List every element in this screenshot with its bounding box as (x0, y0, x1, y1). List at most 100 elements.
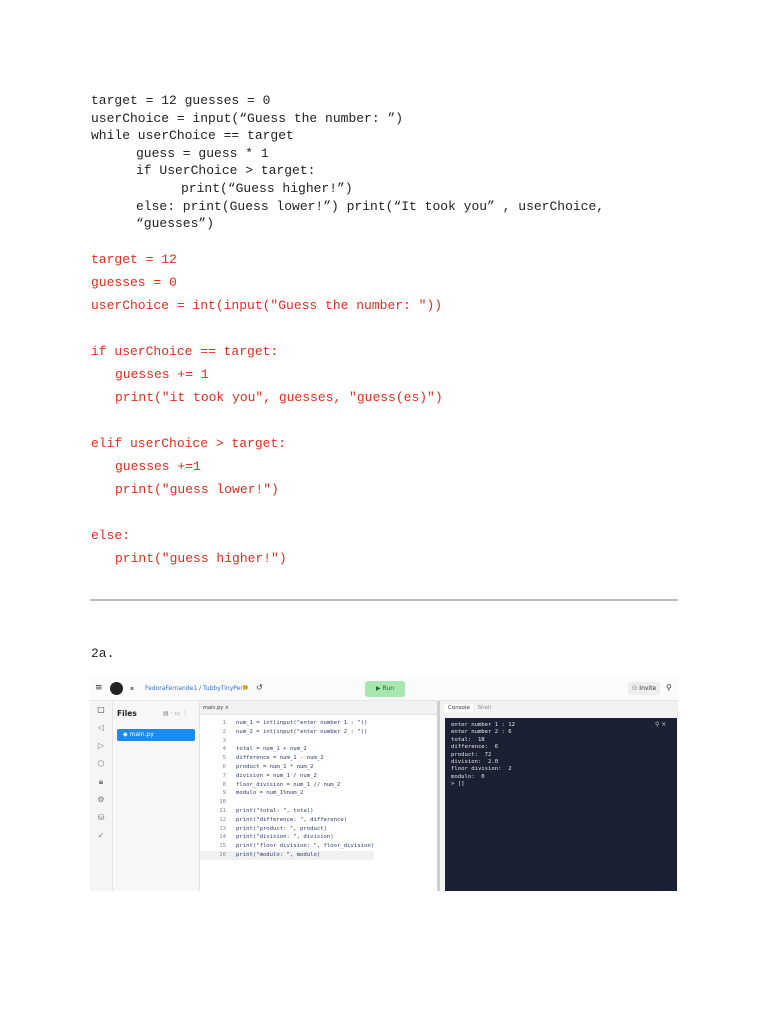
share-icon[interactable]: ◁ (90, 719, 112, 737)
editor-line: 8 floor_division = num_1 // num_2 (200, 781, 374, 790)
search-icon[interactable]: ⚲ (666, 683, 672, 692)
line-text: print("modulo: ", modulo) (236, 851, 321, 858)
code-line: guess = guess * 1 (136, 145, 269, 161)
files-panel: Files ▤ · ▭ ⋮ ◆ main.py (113, 701, 200, 891)
line-text: num_2 = int(input("enter number 2 : ")) (236, 728, 368, 735)
editor-line: 10 (200, 798, 374, 807)
code-line: while userChoice == target (91, 128, 294, 144)
debugger-icon[interactable]: ▷ (90, 737, 112, 755)
breadcrumb[interactable]: FedoraFernande1 / TubbyTinyPerl (145, 685, 245, 692)
editor-line: 7 division = num_1 / num_2 (200, 772, 374, 781)
line-text: total = num_1 + num_2 (236, 746, 307, 753)
code-line: target = 12 (91, 252, 177, 267)
line-number: 1 (222, 720, 226, 726)
editor-line: 5 difference = num_1 - num_2 (200, 754, 374, 763)
code-line: print("guess lower!") (115, 482, 279, 497)
new-file-folder-icons[interactable]: ▤ · ▭ ⋮ (163, 710, 188, 717)
editor-line: 11 print("total: ", total) (200, 807, 374, 816)
divider (90, 599, 678, 601)
replit-screenshot: ≡ ▪ FedoraFernande1 / TubbyTinyPerl ● ↺ … (90, 677, 678, 891)
settings-icon[interactable]: ⚙ (90, 791, 112, 809)
code-line: target = 12 guesses = 0 (91, 93, 271, 108)
packages-icon[interactable]: ⬡ (90, 755, 112, 773)
check-icon[interactable]: ✓ (90, 827, 112, 845)
line-number: 5 (222, 755, 226, 762)
line-text: product = num_1 * num_2 (236, 763, 314, 770)
top-bar: ≡ ▪ FedoraFernande1 / TubbyTinyPerl ● ↺ … (90, 677, 678, 701)
code-line: print("it took you", guesses, "guess(es)… (115, 390, 443, 405)
console-line: modulo: 0 (451, 773, 485, 780)
line-number: 7 (222, 772, 226, 779)
secrets-icon[interactable]: 🔒︎ (90, 773, 112, 791)
code-line: print(“Guess higher!”) (181, 180, 353, 196)
console-search-close-icons[interactable]: ⚲ × (655, 721, 666, 728)
corrected-code: target = 12 guesses = 0 userChoice = int… (91, 248, 443, 570)
code-line: else: (91, 528, 131, 543)
line-text: print("product: ", product) (236, 825, 327, 832)
line-number: 12 (219, 816, 226, 823)
editor-line: 15 print("floor division: ", floor_divisi… (200, 842, 374, 851)
console-tabs: Console Shell (445, 704, 494, 715)
tab-console[interactable]: Console (445, 704, 473, 712)
console-line: floor division: 2 (451, 766, 512, 773)
code-line: elif userChoice > target: (91, 436, 287, 451)
code-line: “guesses”) (136, 216, 215, 232)
history-icon[interactable]: ↺ (256, 683, 263, 692)
line-text: num_1 = int(input("enter number 1 : ")) (236, 720, 368, 726)
console-line: total: 18 (451, 736, 485, 743)
line-number: 4 (222, 746, 226, 753)
code-editor[interactable]: main.py × 1 num_1 = int(input("enter numb… (200, 701, 437, 891)
tab-shell[interactable]: Shell (475, 704, 494, 712)
repl-icon: ▪ (130, 685, 135, 692)
line-number: 15 (219, 843, 226, 850)
code-lines: 1 num_1 = int(input("enter number 1 : "))… (200, 719, 375, 860)
line-text: print("division: ", division) (236, 834, 334, 841)
line-number: 8 (222, 781, 226, 788)
files-icon[interactable]: ▢ (90, 701, 112, 719)
replit-logo-icon (110, 682, 123, 695)
section-label: 2a. (91, 646, 115, 661)
line-number: 2 (222, 728, 226, 735)
console-panel: Console Shell enter number 1 : 12 enter n… (437, 701, 678, 891)
line-number: 16 (219, 851, 226, 858)
code-line: print("guess higher!") (115, 551, 287, 566)
original-code: target = 12 guesses = 0 userChoice = inp… (91, 0, 604, 233)
console-line: product: 72 (451, 751, 492, 758)
code-line: else: print(Guess lower!”) print(“It too… (136, 198, 605, 214)
tab-main-py[interactable]: main.py × (203, 705, 229, 711)
line-text: print("difference: ", difference) (236, 816, 348, 823)
invite-label: Invite (639, 685, 657, 692)
console-output[interactable]: enter number 1 : 12 enter number 2 : 6 tot… (445, 718, 677, 891)
line-text: print("floor division: ", floor_division… (236, 843, 375, 850)
line-number: 6 (222, 763, 226, 770)
code-line: userChoice = int(input("Guess the number… (91, 298, 443, 313)
editor-line: 13 print("product: ", product) (200, 825, 374, 834)
code-line: guesses = 0 (91, 275, 177, 290)
editor-line: 6 product = num_1 * num_2 (200, 763, 374, 772)
invite-button[interactable]: ⚇ Invite (628, 682, 661, 695)
line-number: 3 (222, 737, 226, 744)
icon-rail: ▢ ◁ ▷ ⬡ 🔒︎ ⚙ ⛁ ✓ (90, 701, 113, 891)
run-button[interactable]: ▶ Run (365, 681, 405, 697)
database-icon[interactable]: ⛁ (90, 809, 112, 827)
console-line: > [] (451, 781, 465, 788)
line-number: 11 (219, 807, 226, 814)
code-line: guesses +=1 (115, 459, 201, 474)
line-number: 14 (219, 834, 226, 841)
editor-line: 9 modulo = num_1%num_2 (200, 789, 374, 798)
file-item[interactable]: ◆ main.py (117, 729, 195, 741)
code-line: if userChoice == target: (91, 344, 279, 359)
editor-line: 4 total = num_1 + num_2 (200, 745, 374, 754)
files-title: Files (117, 709, 137, 718)
editor-line: 2 num_2 = int(input("enter number 2 : ")) (200, 728, 374, 737)
console-line: division: 2.0 (451, 758, 499, 765)
file-name: main.py (129, 731, 154, 738)
editor-line: 12 print("difference: ", difference) (200, 816, 374, 825)
line-number: 10 (219, 799, 226, 806)
editor-line: 16 print("modulo: ", modulo) (200, 850, 375, 860)
console-line: enter number 2 : 6 (451, 729, 512, 736)
line-text: print("total: ", total) (236, 807, 314, 814)
menu-icon[interactable]: ≡ (95, 683, 103, 693)
code-line: if UserChoice > target: (136, 163, 316, 179)
